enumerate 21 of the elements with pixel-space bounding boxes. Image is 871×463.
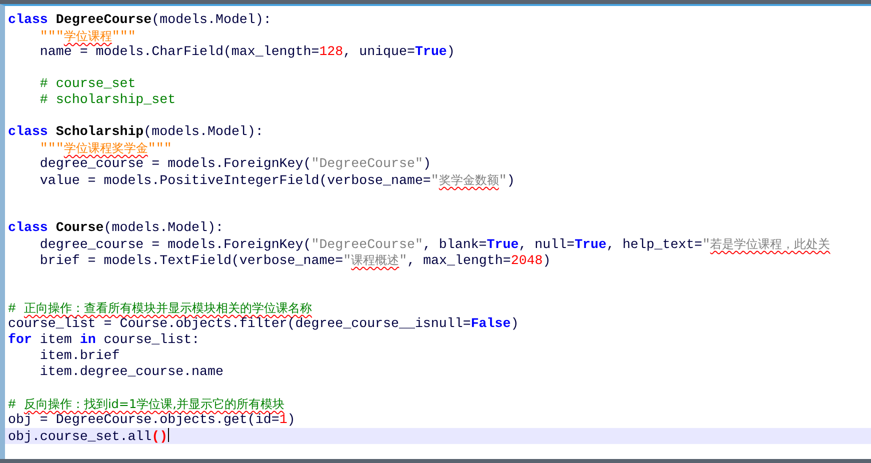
code-line: class Scholarship(models.Model): — [7, 124, 264, 140]
text-cursor — [168, 428, 169, 442]
code-line: item.brief — [38, 348, 121, 364]
code-line: obj = DegreeCourse.objects.get(id=1) — [7, 412, 296, 428]
code-line: item.degree_course.name — [38, 364, 224, 380]
code-line: class Course(models.Model): — [7, 220, 224, 236]
code-editor[interactable] — [0, 4, 871, 459]
code-line: degree_course = models.ForeignKey("DegreeCourse", blank=True, null=True, help_text="若是学位课程，此处关 — [38, 236, 832, 252]
code-line: """学位课程""" — [38, 28, 137, 44]
code-line: value = models.PositiveIntegerField(verbose_name="奖学金数额") — [38, 172, 516, 188]
code-line: # course_set — [38, 76, 137, 92]
code-line: # 反向操作：找到id=1学位课,并显示它的所有模块 — [7, 396, 286, 412]
code-line: # scholarship_set — [38, 92, 177, 108]
code-line: for item in course_list: — [7, 332, 201, 348]
code-line: brief = models.TextField(verbose_name="课程概述", max_length=2048) — [38, 252, 552, 268]
code-line: class DegreeCourse(models.Model): — [7, 12, 272, 28]
code-line: # 正向操作：查看所有模块并显示模块相关的学位课名称 — [7, 300, 313, 316]
code-line: degree_course = models.ForeignKey("DegreeCourse") — [38, 156, 432, 172]
code-line: course_list = Course.objects.filter(degree_course__isnull=False) — [7, 316, 520, 332]
code-line: """学位课程奖学金""" — [38, 140, 173, 156]
code-line: name = models.CharField(max_length=128, unique=True) — [38, 44, 456, 60]
